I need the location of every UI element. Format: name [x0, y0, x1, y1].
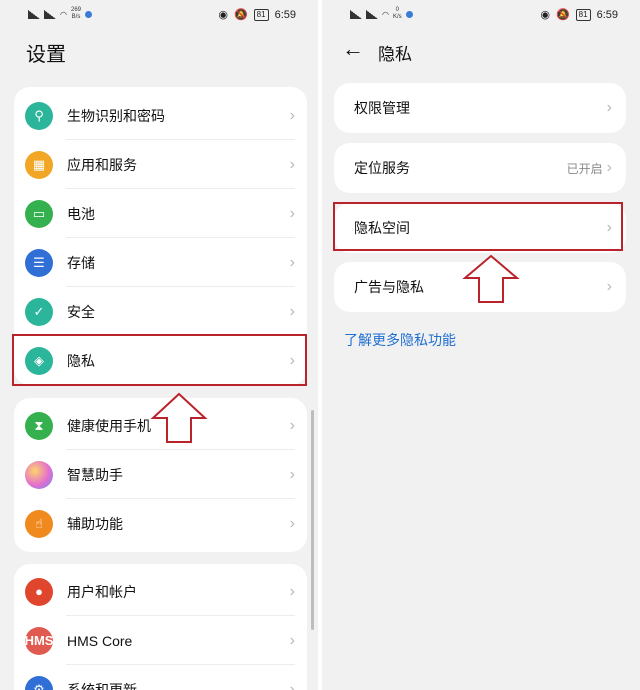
settings-item-system[interactable]: ⚙ 系统和更新 ›: [14, 665, 307, 690]
page-title: 设置: [26, 44, 66, 66]
up-arrow-annotation: [462, 254, 520, 303]
chevron-right-icon: ›: [289, 302, 295, 320]
settings-item-label: 智慧助手: [67, 466, 123, 483]
settings-item-storage[interactable]: ☰ 存储 ›: [14, 238, 307, 287]
settings-item-assistant[interactable]: 智慧助手 ›: [14, 450, 307, 499]
settings-item-apps[interactable]: ▦ 应用和服务 ›: [14, 140, 307, 189]
app-notification-icon: [85, 10, 92, 18]
battery-indicator: 81: [253, 8, 269, 21]
signal-icon: [350, 9, 362, 19]
status-bar: ◠ 269 B/s ◉ 🔕 81 6:59: [0, 0, 318, 32]
hms-icon: HMS: [25, 626, 53, 655]
clock: 6:59: [274, 8, 296, 21]
mute-icon: 🔕: [233, 9, 248, 21]
settings-item-label: 安全: [67, 303, 95, 320]
chevron-right-icon: ›: [289, 204, 295, 222]
chevron-right-icon: ›: [289, 582, 295, 600]
wifi-icon: ◠: [60, 9, 67, 19]
settings-item-label: 电池: [67, 205, 95, 222]
chevron-right-icon: ›: [606, 278, 612, 295]
scrollbar[interactable]: [311, 410, 314, 630]
wifi-icon: ◠: [382, 9, 389, 19]
chevron-right-icon: ›: [289, 416, 295, 434]
signal-indicators: ◠ 269 B/s: [28, 7, 92, 21]
battery-indicator: 81: [575, 8, 591, 21]
back-arrow-icon[interactable]: ←: [342, 36, 364, 62]
system-update-icon: ⚙: [25, 675, 53, 690]
network-speed: 269 B/s: [70, 7, 81, 20]
chevron-right-icon: ›: [606, 99, 612, 116]
settings-item-label: 存储: [67, 254, 95, 271]
signal-icon: [28, 9, 40, 19]
settings-item-label: 系统和更新: [67, 681, 137, 690]
page-title: 隐私: [378, 45, 412, 64]
settings-item-label: 辅助功能: [67, 515, 123, 532]
battery-icon: ▭: [25, 199, 53, 228]
app-notification-icon: [405, 10, 413, 18]
mute-icon: 🔕: [555, 9, 570, 21]
highlight-box-private-space: [333, 202, 623, 251]
settings-item-battery[interactable]: ▭ 电池 ›: [14, 189, 307, 238]
signal-indicators: ◠ 0 K/s: [350, 7, 413, 21]
location-status: 已开启: [566, 161, 603, 176]
chevron-right-icon: ›: [289, 680, 295, 690]
privacy-item-label: 定位服务: [354, 160, 410, 176]
chevron-right-icon: ›: [289, 514, 295, 532]
privacy-item-permissions-card: 权限管理 ›: [334, 83, 626, 133]
settings-item-label: 生物识别和密码: [67, 107, 165, 124]
key-icon: ⚲: [25, 101, 53, 130]
signal-icon: [44, 9, 56, 19]
privacy-screen: ◠ 0 K/s ◉ 🔕 81 6:59 ← 隐私 权限管理 › 定位服务 已开启…: [322, 0, 640, 690]
hourglass-icon: ⧗: [25, 411, 53, 440]
settings-item-label: HMS Core: [67, 632, 133, 649]
shield-check-icon: ✓: [25, 297, 53, 326]
settings-item-security[interactable]: ✓ 安全 ›: [14, 287, 307, 336]
learn-more-link[interactable]: 了解更多隐私功能: [344, 330, 456, 350]
privacy-item-permissions[interactable]: 权限管理 ›: [334, 83, 626, 133]
settings-item-biometrics[interactable]: ⚲ 生物识别和密码 ›: [14, 91, 307, 140]
settings-group-3: ● 用户和帐户 › HMS HMS Core › ⚙ 系统和更新 ›: [14, 564, 307, 690]
assistant-orb-icon: [25, 460, 53, 489]
settings-screen: ◠ 269 B/s ◉ 🔕 81 6:59 设置 ⚲ 生物识别和密码 › ▦ 应…: [0, 0, 318, 690]
eye-icon: ◉: [540, 9, 550, 21]
chevron-right-icon: ›: [289, 106, 295, 124]
highlight-box-privacy: [12, 334, 307, 386]
eye-icon: ◉: [218, 9, 228, 21]
settings-item-hms-core[interactable]: HMS HMS Core ›: [14, 616, 307, 665]
chevron-right-icon: ›: [289, 631, 295, 649]
privacy-item-location[interactable]: 定位服务 已开启 ›: [334, 143, 626, 193]
network-speed: 0 K/s: [392, 7, 402, 20]
settings-item-users[interactable]: ● 用户和帐户 ›: [14, 567, 307, 616]
chevron-right-icon: ›: [606, 159, 612, 176]
chevron-right-icon: ›: [289, 253, 295, 271]
clock: 6:59: [596, 8, 618, 21]
privacy-item-label: 权限管理: [354, 100, 410, 116]
settings-item-accessibility[interactable]: ☝ 辅助功能 ›: [14, 499, 307, 548]
apps-grid-icon: ▦: [25, 150, 53, 179]
user-icon: ●: [25, 577, 53, 606]
storage-icon: ☰: [25, 248, 53, 277]
chevron-right-icon: ›: [289, 465, 295, 483]
settings-item-label: 应用和服务: [67, 156, 137, 173]
privacy-item-location-card: 定位服务 已开启 ›: [334, 143, 626, 193]
up-arrow-annotation: [150, 392, 208, 443]
hand-icon: ☝: [25, 509, 53, 538]
status-bar: ◠ 0 K/s ◉ 🔕 81 6:59: [322, 0, 640, 32]
chevron-right-icon: ›: [289, 155, 295, 173]
settings-item-label: 用户和帐户: [67, 583, 137, 600]
signal-icon: [366, 9, 378, 19]
